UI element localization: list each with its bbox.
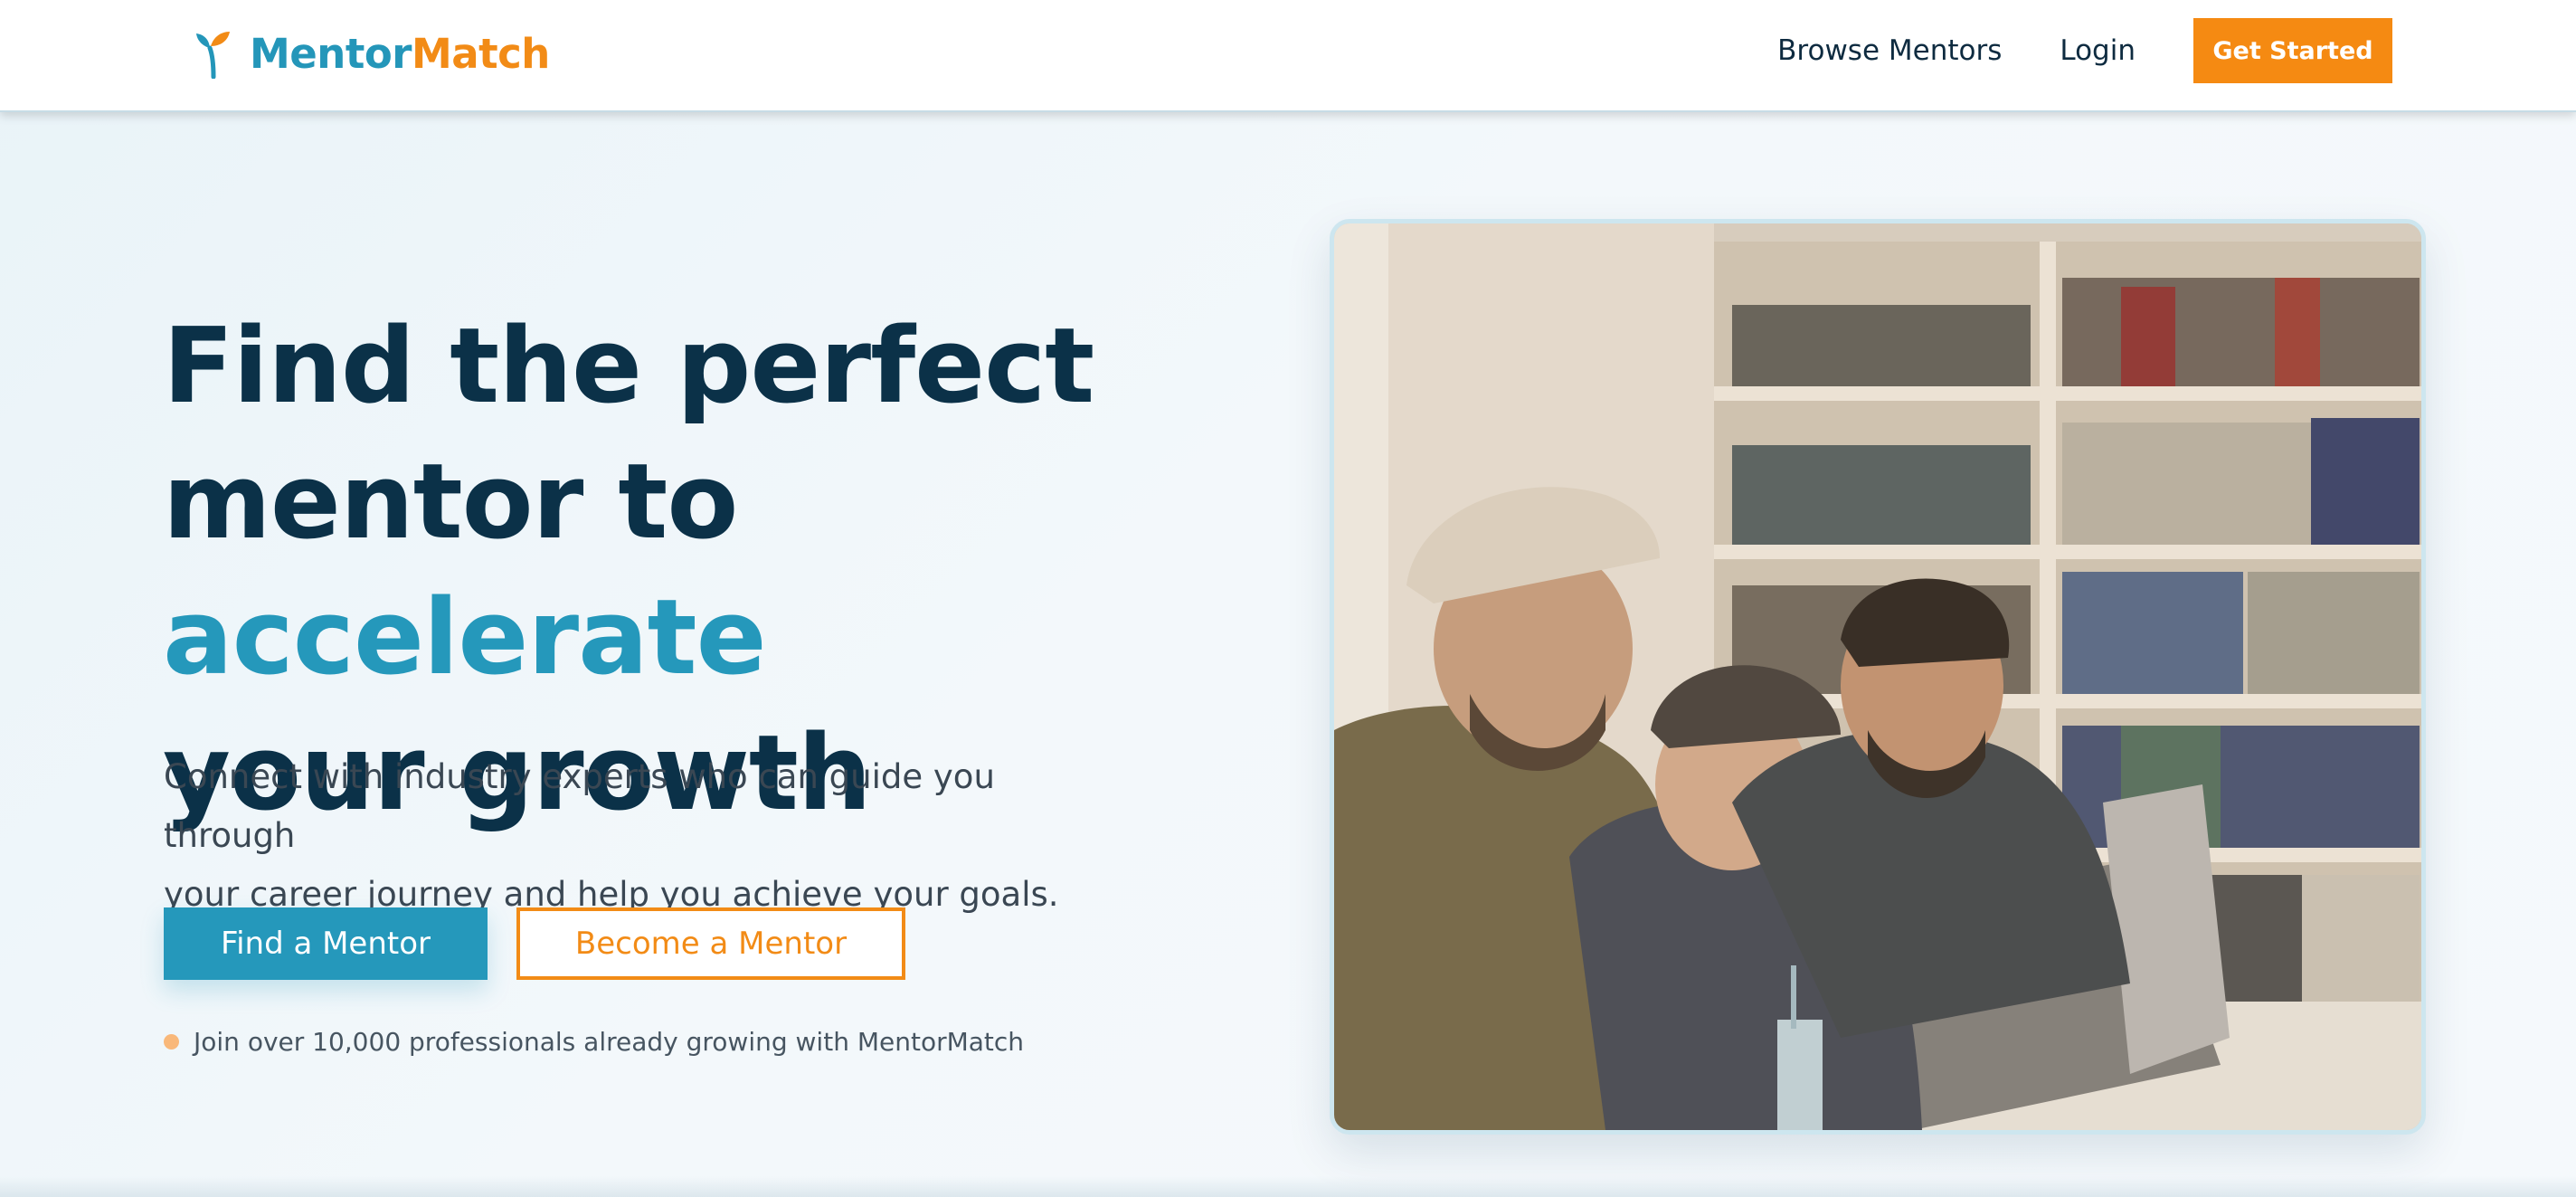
hero-subtitle: Connect with industry experts who can gu… (164, 747, 1113, 924)
nav-login-link[interactable]: Login (2060, 34, 2136, 67)
become-mentor-button[interactable]: Become a Mentor (516, 907, 905, 980)
get-started-button[interactable]: Get Started (2193, 18, 2392, 83)
hero-title-line-1: Find the perfect (163, 306, 1094, 427)
brand-logo[interactable]: MentorMatch (194, 22, 550, 85)
brand-name-part-mentor: Mentor (250, 29, 412, 78)
sprout-icon (196, 32, 230, 79)
nav-browse-mentors-link[interactable]: Browse Mentors (1777, 34, 2002, 67)
hero-title-highlight: accelerate (163, 577, 767, 698)
social-proof: Join over 10,000 professionals already g… (164, 1025, 1024, 1058)
hero-subtitle-line-1: Connect with industry experts who can gu… (164, 757, 995, 855)
social-proof-text: Join over 10,000 professionals already g… (194, 1026, 1025, 1057)
find-mentor-button[interactable]: Find a Mentor (164, 907, 488, 980)
site-header: MentorMatch Browse Mentors Login Get Sta… (0, 0, 2576, 112)
hero-photo-illustration (1334, 223, 2421, 1130)
main-nav: Browse Mentors Login Get Started (1777, 18, 2392, 83)
section-divider-shadow (0, 1176, 2576, 1197)
hero-title-line-2-prefix: mentor to (163, 442, 738, 563)
hero-image (1330, 219, 2426, 1135)
brand-name-part-match: Match (411, 29, 550, 78)
brand-name: MentorMatch (250, 33, 550, 74)
bullet-dot-icon (164, 1033, 179, 1050)
